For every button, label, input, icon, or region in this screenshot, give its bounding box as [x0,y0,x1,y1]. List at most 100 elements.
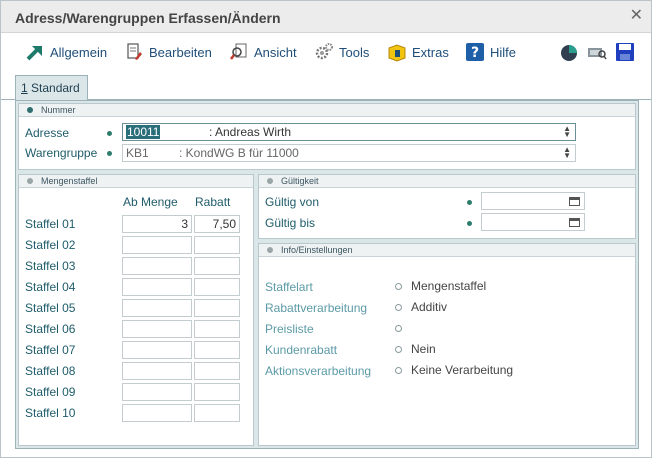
calendar-icon[interactable] [569,217,580,227]
adresse-field[interactable]: 10011 : Andreas Wirth ▲ ▼ [122,123,576,141]
staffel-ab-menge-input[interactable] [122,320,192,338]
staffel-ab-menge-input[interactable] [122,341,192,359]
optional-indicator [395,367,402,374]
info-value: Keine Verarbeitung [411,363,514,377]
group-nummer-title: Nummer [41,105,76,115]
adresse-dropdown-icon[interactable]: ▲ ▼ [563,125,571,139]
required-indicator [467,200,472,205]
staffel-label: Staffel 04 [25,280,76,294]
info-label: Rabattverarbeitung [265,301,368,315]
group-status-dot [27,107,33,113]
menu-extras-label: Extras [412,44,449,60]
group-status-dot [267,178,273,184]
staffel-rabatt-input[interactable] [194,362,240,380]
gueltig-bis-label: Gültig bis [265,216,316,230]
staffel-label: Staffel 06 [25,322,76,336]
required-indicator [107,151,112,156]
svg-text:?: ? [471,45,479,61]
staffel-label: Staffel 02 [25,238,76,252]
staffel-rabatt-input[interactable] [194,383,240,401]
gears-icon [315,43,333,60]
col-rabatt: Rabatt [195,195,231,209]
tab-strip: 1 Standard [1,71,651,101]
group-mengenstaffel: Mengenstaffel Ab Menge Rabatt Staffel 01… [18,174,254,446]
info-label: Preisliste [265,322,314,336]
close-icon[interactable]: ✕ [630,8,643,24]
staffel-label: Staffel 08 [25,364,76,378]
toolbar: Allgemein Bearbeiten Ansicht Tools Extra… [1,33,651,71]
optional-indicator [395,346,402,353]
staffel-rabatt-input[interactable]: 7,50 [194,215,240,233]
staffel-label: Staffel 01 [25,217,76,231]
group-status-dot [267,247,273,253]
optional-indicator [395,325,402,332]
menu-extras[interactable]: Extras [387,41,449,63]
group-mengenstaffel-header: Mengenstaffel [19,175,253,188]
group-info-header: Info/Einstellungen [259,244,635,257]
staffel-rabatt-input[interactable] [194,320,240,338]
info-label: Kundenrabatt [265,343,338,357]
warengruppe-name: : KondWG B für 11000 [179,146,299,160]
staffel-rabatt-input[interactable] [194,257,240,275]
edit-document-icon [127,43,142,60]
tab-standard-label: Standard [27,81,80,95]
group-gueltigkeit: Gültigkeit Gültig von Gültig bis [258,174,636,239]
staffel-ab-menge-input[interactable] [122,404,192,422]
group-info: Info/Einstellungen Staffelart Mengenstaff… [258,243,636,446]
staffel-label: Staffel 03 [25,259,76,273]
info-value: Additiv [411,300,448,314]
menu-tools[interactable]: Tools [314,41,369,63]
info-value: Mengenstaffel [411,279,487,293]
group-mengenstaffel-title: Mengenstaffel [41,176,98,186]
info-label: Aktionsverarbeitung [265,364,372,378]
staffel-ab-menge-input[interactable] [122,257,192,275]
staffel-rabatt-input[interactable] [194,404,240,422]
adresse-name: : Andreas Wirth [209,125,292,139]
staffel-ab-menge-input[interactable]: 3 [122,215,192,233]
group-nummer-header: Nummer [19,104,635,117]
required-indicator [467,221,472,226]
gueltig-bis-field[interactable] [481,213,585,231]
menu-ansicht-label: Ansicht [254,44,297,60]
warengruppe-field[interactable]: KB1 : KondWG B für 11000 ▲ ▼ [122,144,576,162]
menu-bearbeiten[interactable]: Bearbeiten [124,41,212,63]
menu-tools-label: Tools [339,44,370,60]
warengruppe-label: Warengruppe [25,146,98,160]
tab-standard[interactable]: 1 Standard [15,75,88,101]
calendar-icon[interactable] [569,196,580,206]
staffel-label: Staffel 07 [25,343,76,357]
dialog-window: Adress/Warengruppen Erfassen/Ändern ✕ Al… [0,0,652,458]
staffel-rabatt-input[interactable] [194,236,240,254]
magnifier-icon [230,43,247,60]
gueltig-von-field[interactable] [481,192,585,210]
staffel-rabatt-input[interactable] [194,299,240,317]
warengruppe-code: KB1 [126,146,149,160]
print-preview-icon[interactable] [587,42,607,62]
staffel-ab-menge-input[interactable] [122,236,192,254]
staffel-ab-menge-input[interactable] [122,299,192,317]
staffel-rabatt-input[interactable] [194,341,240,359]
menu-ansicht[interactable]: Ansicht [229,41,297,63]
group-status-dot [27,178,33,184]
warengruppe-dropdown-icon[interactable]: ▲ ▼ [563,146,571,160]
menu-allgemein[interactable]: Allgemein [25,41,107,63]
staffel-label: Staffel 09 [25,385,76,399]
save-icon[interactable] [615,42,635,62]
menu-hilfe[interactable]: ? Hilfe [465,41,516,63]
group-gueltigkeit-header: Gültigkeit [259,175,635,188]
staffel-ab-menge-input[interactable] [122,278,192,296]
pie-chart-icon[interactable] [559,42,579,62]
staffel-label: Staffel 10 [25,406,76,420]
optional-indicator [395,283,402,290]
content-panel: Nummer Adresse 10011 : Andreas Wirth ▲ ▼ … [15,100,639,449]
arrow-icon [26,46,42,61]
staffel-ab-menge-input[interactable] [122,362,192,380]
group-info-title: Info/Einstellungen [281,245,353,255]
staffel-ab-menge-input[interactable] [122,383,192,401]
adresse-label: Adresse [25,126,70,140]
menu-allgemein-label: Allgemein [50,44,108,60]
group-gueltigkeit-title: Gültigkeit [281,176,319,186]
menu-bearbeiten-label: Bearbeiten [149,44,212,60]
staffel-rabatt-input[interactable] [194,278,240,296]
optional-indicator [395,304,402,311]
